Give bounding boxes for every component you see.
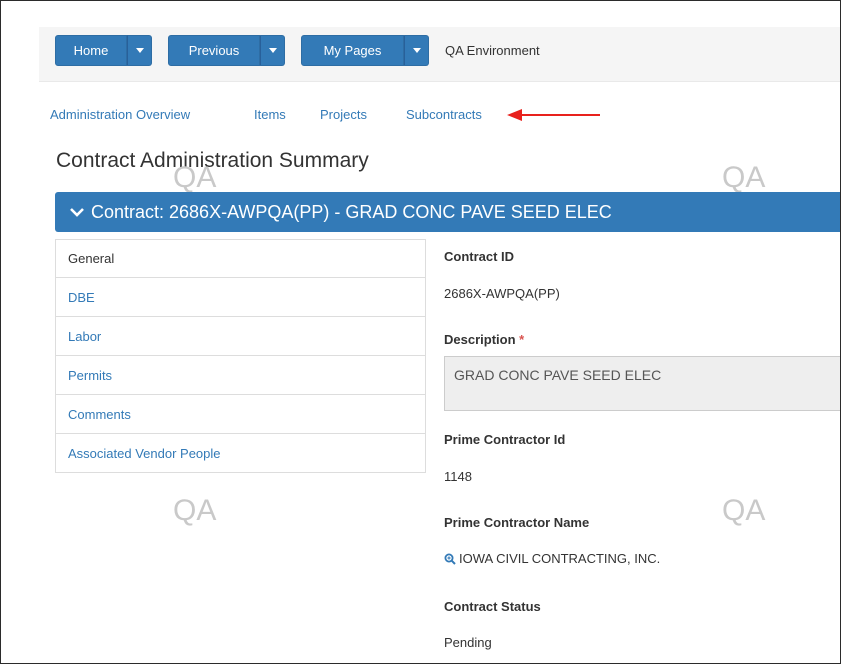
previous-button[interactable]: Previous	[168, 35, 260, 66]
nav-link-subcontracts[interactable]: Subcontracts	[406, 107, 482, 122]
nav-link-items[interactable]: Items	[254, 107, 286, 122]
red-arrow-annotation	[507, 109, 600, 121]
contract-side-menu: General DBE Labor Permits Comments Assoc…	[55, 239, 426, 473]
qa-watermark: QA	[173, 494, 217, 527]
description-field[interactable]: GRAD CONC PAVE SEED ELEC	[444, 356, 840, 411]
caret-down-icon	[412, 48, 421, 53]
top-toolbar: Home Previous My Pages QA Environment	[39, 27, 840, 82]
description-label-row: Description *	[444, 332, 524, 347]
prime-contractor-name-label: Prime Contractor Name	[444, 515, 590, 530]
contract-id-value: 2686X-AWPQA(PP)	[444, 286, 560, 301]
required-marker: *	[519, 332, 525, 347]
caret-down-icon	[135, 48, 144, 53]
menu-item-associated-vendor-people[interactable]: Associated Vendor People	[55, 434, 426, 473]
home-button[interactable]: Home	[55, 35, 127, 66]
contract-panel-header[interactable]: Contract: 2686X-AWPQA(PP) - GRAD CONC PA…	[55, 192, 840, 232]
qa-watermark: QA	[722, 494, 766, 527]
prime-contractor-id-value: 1148	[444, 469, 472, 484]
app-window: Home Previous My Pages QA Environment Ad…	[0, 0, 841, 664]
menu-item-permits[interactable]: Permits	[55, 356, 426, 395]
nav-link-administration-overview[interactable]: Administration Overview	[50, 107, 190, 122]
contract-header-text: Contract: 2686X-AWPQA(PP) - GRAD CONC PA…	[91, 201, 612, 222]
my-pages-dropdown-toggle[interactable]	[404, 35, 429, 66]
magnifier-icon[interactable]	[444, 553, 456, 565]
menu-item-comments[interactable]: Comments	[55, 395, 426, 434]
prime-contractor-id-label: Prime Contractor Id	[444, 432, 566, 447]
nav-link-projects[interactable]: Projects	[320, 107, 367, 122]
my-pages-button-group: My Pages	[301, 35, 429, 66]
contract-status-value: Pending	[444, 635, 492, 650]
chevron-down-icon	[70, 208, 84, 217]
prime-contractor-name-row: IOWA CIVIL CONTRACTING, INC.	[444, 551, 660, 566]
menu-item-general[interactable]: General	[55, 239, 426, 278]
previous-dropdown-toggle[interactable]	[260, 35, 285, 66]
contract-status-label: Contract Status	[444, 599, 541, 614]
page-title: Contract Administration Summary	[56, 149, 369, 172]
my-pages-button[interactable]: My Pages	[301, 35, 404, 66]
environment-label: QA Environment	[445, 43, 540, 58]
menu-item-dbe[interactable]: DBE	[55, 278, 426, 317]
previous-button-group: Previous	[168, 35, 285, 66]
home-button-group: Home	[55, 35, 152, 66]
caret-down-icon	[268, 48, 277, 53]
contract-id-label: Contract ID	[444, 249, 515, 264]
prime-contractor-name-value: IOWA CIVIL CONTRACTING, INC.	[459, 551, 661, 566]
menu-item-labor[interactable]: Labor	[55, 317, 426, 356]
description-label: Description	[444, 332, 516, 347]
qa-watermark: QA	[722, 161, 766, 194]
home-dropdown-toggle[interactable]	[127, 35, 152, 66]
